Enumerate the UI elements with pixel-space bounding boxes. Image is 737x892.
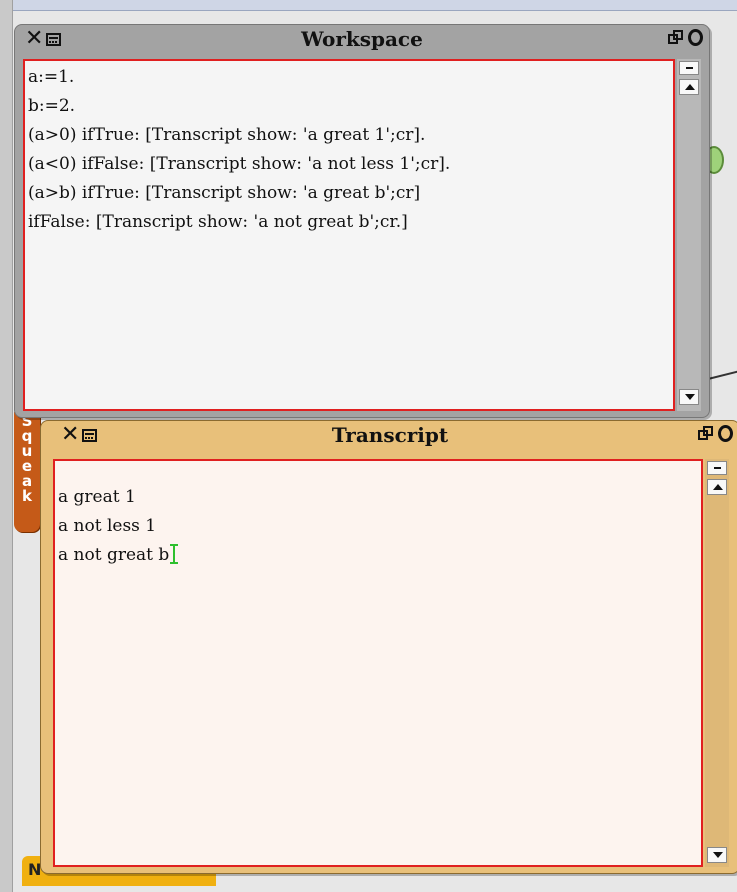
- scrollbar-menu-button[interactable]: [707, 461, 727, 475]
- scroll-up-arrow-icon[interactable]: [679, 79, 699, 95]
- window-title: Transcript: [331, 423, 449, 447]
- output-line: a not great b: [58, 545, 170, 565]
- output-line: a great 1: [58, 487, 136, 507]
- code-line: (a>b) ifTrue: [Transcript show: 'a great…: [28, 183, 421, 203]
- collapse-icon[interactable]: [668, 29, 684, 46]
- window-menu-icon[interactable]: [46, 32, 62, 46]
- code-line: b:=2.: [28, 96, 76, 116]
- close-icon[interactable]: ✕: [61, 424, 79, 446]
- scrollbar-menu-button[interactable]: [679, 61, 699, 75]
- desktop-top-strip: [0, 0, 737, 11]
- code-line: a:=1.: [28, 67, 75, 87]
- workspace-titlebar[interactable]: ✕ Workspace: [15, 25, 709, 53]
- desktop-left-edge: [0, 0, 13, 892]
- collapse-icon[interactable]: [698, 425, 714, 442]
- expand-icon[interactable]: [688, 29, 703, 46]
- code-line: (a<0) ifFalse: [Transcript show: 'a not …: [28, 154, 451, 174]
- window-menu-icon[interactable]: [82, 428, 98, 442]
- text-cursor-icon: [170, 544, 179, 564]
- close-icon[interactable]: ✕: [25, 28, 43, 50]
- workspace-window[interactable]: ✕ Workspace a:=1. b:=2. (a>0) ifTrue: [Tra…: [14, 24, 710, 418]
- scroll-up-arrow-icon[interactable]: [707, 479, 727, 495]
- squeak-flap-label: Squeak: [21, 412, 33, 505]
- workspace-text-pane[interactable]: a:=1. b:=2. (a>0) ifTrue: [Transcript show…: [23, 59, 675, 411]
- output-line: a not less 1: [58, 516, 157, 536]
- workspace-scrollbar[interactable]: [677, 59, 701, 411]
- transcript-titlebar[interactable]: ✕ Transcript: [41, 421, 737, 449]
- expand-icon[interactable]: [718, 425, 733, 442]
- code-line: ifFalse: [Transcript show: 'a not great …: [28, 212, 408, 232]
- scroll-down-arrow-icon[interactable]: [679, 389, 699, 405]
- window-title: Workspace: [301, 27, 423, 51]
- transcript-text-pane[interactable]: a great 1 a not less 1 a not great b: [53, 459, 703, 867]
- transcript-scrollbar[interactable]: [705, 459, 729, 867]
- transcript-window[interactable]: ✕ Transcript a great 1 a not less 1 a not …: [40, 420, 737, 874]
- code-line: (a>0) ifTrue: [Transcript show: 'a great…: [28, 125, 426, 145]
- scroll-down-arrow-icon[interactable]: [707, 847, 727, 863]
- output-line-last: a not great b: [58, 541, 701, 570]
